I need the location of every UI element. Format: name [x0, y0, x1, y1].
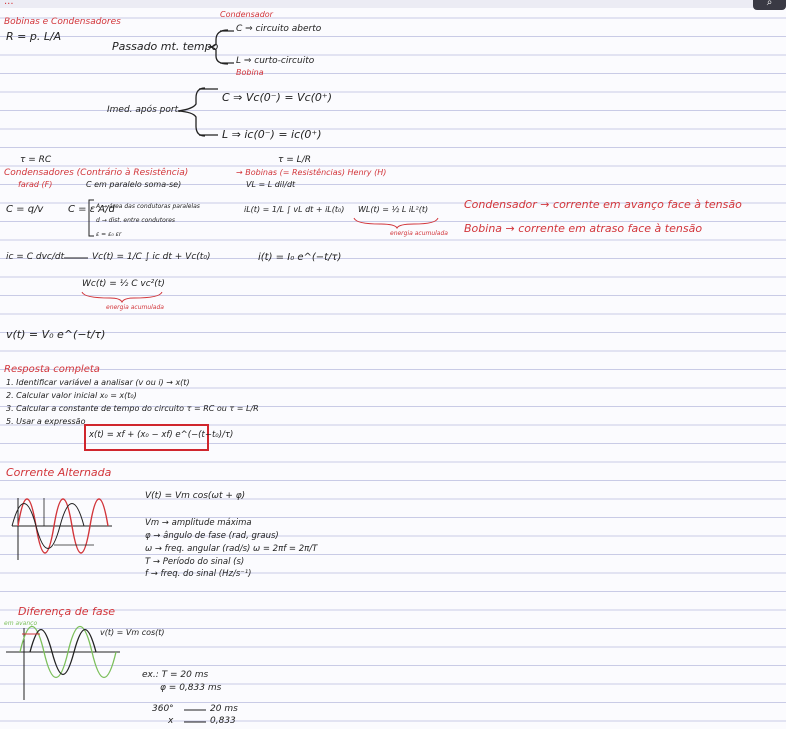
bobina-label: Bobina	[236, 68, 264, 77]
energia-acum-wl: energia acumulada	[390, 230, 448, 237]
ac-l3: ω → freq. angular (rad/s) ω = 2πf = 2π/T	[145, 544, 318, 554]
imed-text: Imed. após port.	[107, 105, 181, 115]
c-q-v: C = q/v	[6, 204, 44, 215]
ac-l2: φ → ângulo de fase (rad, graus)	[145, 531, 279, 541]
passado-text: Passado mt. tempo	[112, 40, 219, 53]
step-4: 5. Usar a expressão	[6, 417, 86, 426]
vl-formula: VL = L dil/dt	[246, 180, 296, 189]
rule-360: 360°	[152, 704, 174, 714]
wl-formula: WL(t) = ½ L iL²(t)	[358, 205, 429, 214]
brace-imed	[177, 87, 206, 137]
wc-formula: Wc(t) = ½ C vc²(t)	[82, 279, 165, 289]
i-exp: i(t) = I₀ e^(−t/τ)	[258, 252, 342, 263]
tau-rc: τ = RC	[20, 155, 52, 165]
section-title-resposta: Resposta completa	[4, 364, 100, 375]
phase-vt: v(t) = Vm cos(t)	[100, 628, 165, 637]
rule-x: x	[168, 716, 174, 726]
l-imed: L ⇒ ic(0⁻) = ic(0⁺)	[222, 128, 322, 141]
ac-l4: T → Período do sinal (s)	[145, 557, 245, 567]
c-note-area: A → área das condutoras paralelas	[96, 203, 200, 210]
v-exp: v(t) = V₀ e^(−t/τ)	[6, 328, 106, 341]
l-branch: L ⇒ curto-circuito	[236, 56, 315, 66]
tau-lr: τ = L/R	[278, 155, 311, 165]
rule-0833: 0,833	[210, 716, 236, 726]
em-paralelo: C em paralelo soma-se)	[86, 180, 182, 189]
ac-l1: Vm → amplitude máxima	[145, 518, 252, 528]
step-2: 2. Calcular valor inicial x₀ = x(t₀)	[6, 391, 137, 400]
farad-unit: farad (F)	[18, 180, 53, 189]
condensador-label: Condensador	[220, 10, 273, 19]
brace-wc	[81, 291, 163, 304]
complete-response-formula: x(t) = xf + (x₀ − xf) e^(−(t−t₀)/τ)	[89, 430, 234, 440]
c-imed: C ⇒ Vc(0⁻) = Vc(0⁺)	[222, 91, 333, 104]
cond-title: Condensadores (Contrário à Resistência)	[4, 168, 189, 178]
phase-waveform	[6, 626, 120, 700]
ac-waveform	[11, 498, 112, 560]
vc-formula: Vc(t) = 1/C ∫ ic dt + Vc(t₀)	[92, 252, 211, 262]
ex-phi: φ = 0,833 ms	[160, 683, 222, 693]
ic-formula: ic = C dvc/dt	[6, 252, 65, 262]
bob-title: → Bobinas (= Resistências) Henry (H)	[236, 168, 387, 177]
cond-avanco: Condensador → corrente em avanço face à …	[464, 198, 742, 211]
il-formula: iL(t) = 1/L ∫ vL dt + iL(t₀)	[244, 205, 345, 214]
c-note-eps: ε = ε₀ εr	[96, 231, 122, 238]
section-title-ac: Corrente Alternada	[6, 466, 112, 479]
bob-atraso: Bobina → corrente em atraso face à tensã…	[464, 222, 703, 235]
section-title-fase: Diferença de fase	[18, 605, 116, 618]
ex-period: ex.: T = 20 ms	[142, 670, 209, 680]
energia-acum-wc: energia acumulada	[106, 304, 164, 311]
c-note-dist: d → dist. entre condutores	[96, 217, 176, 224]
rule-20ms: 20 ms	[210, 704, 238, 714]
ac-l5: f → freq. do sinal (Hz/s⁻¹)	[145, 569, 252, 579]
brace-wl	[353, 217, 439, 230]
em-avanco-label: em avanço	[4, 620, 38, 627]
ac-vt: V(t) = Vm cos(ωt + φ)	[145, 491, 246, 501]
resistance-formula: R = p. L/A	[6, 30, 62, 43]
section-title-bobinas: Bobinas e Condensadores	[4, 17, 121, 27]
c-branch: C ⇒ circuito aberto	[236, 24, 322, 34]
step-3: 3. Calcular a constante de tempo do circ…	[6, 404, 259, 413]
step-1: 1. Identificar variável a analisar (v ou…	[6, 378, 190, 387]
